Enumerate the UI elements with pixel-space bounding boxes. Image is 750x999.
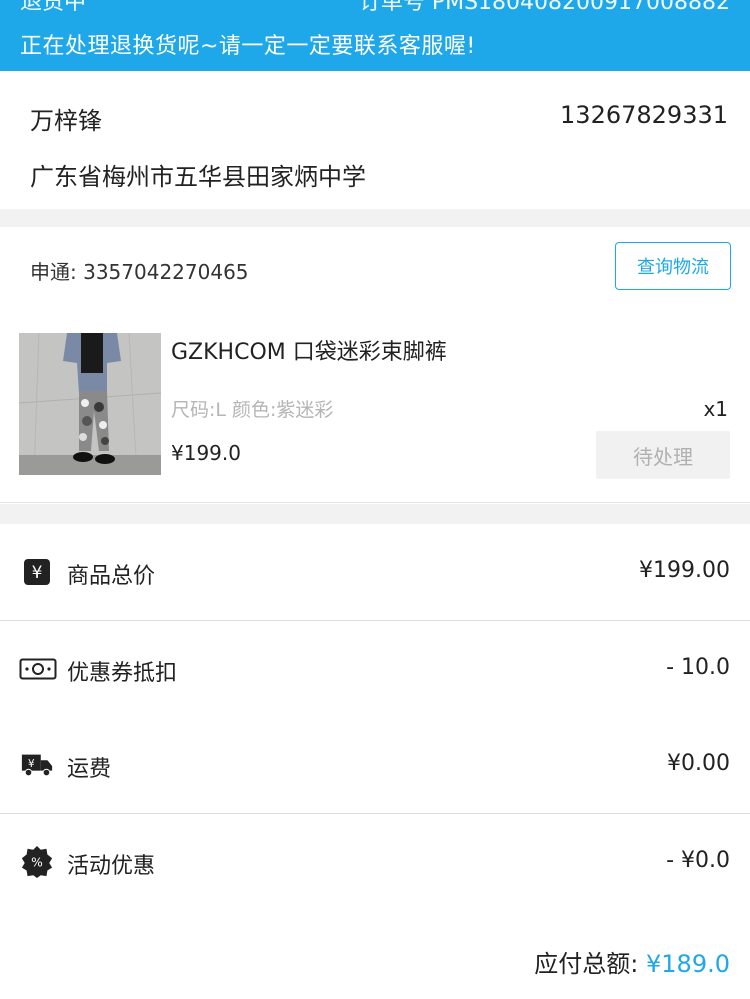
product-price: ¥199.0 bbox=[171, 441, 241, 465]
total-label: 应付总额: bbox=[534, 950, 639, 978]
product-image[interactable] bbox=[19, 333, 161, 475]
summary-value: ¥0.00 bbox=[667, 751, 730, 776]
track-logistics-button[interactable]: 查询物流 bbox=[615, 242, 731, 290]
discount-badge-icon: % bbox=[20, 845, 54, 879]
summary-label: 运费 bbox=[67, 757, 112, 782]
summary-value: ¥199.00 bbox=[639, 558, 730, 583]
svg-text:¥: ¥ bbox=[28, 758, 35, 770]
summary-value: - 10.0 bbox=[666, 655, 730, 680]
summary-label: 优惠券抵扣 bbox=[67, 661, 178, 686]
svg-text:¥: ¥ bbox=[32, 563, 43, 583]
order-status: 退货中 bbox=[20, 0, 87, 15]
order-total: 应付总额: ¥189.0 bbox=[534, 944, 730, 979]
product-spec: 尺码:L 颜色:紫迷彩 bbox=[171, 399, 334, 421]
total-amount: ¥189.0 bbox=[646, 950, 730, 978]
yen-icon: ¥ bbox=[20, 557, 54, 587]
order-number: 订单号 PMS180408200917008882 bbox=[358, 0, 730, 15]
coupon-icon bbox=[18, 654, 58, 684]
shipping-truck-icon: ¥ bbox=[20, 750, 54, 780]
refund-status-header: 退货中 订单号 PMS180408200917008882 正在处理退换货呢~请… bbox=[0, 0, 750, 71]
product-title[interactable]: GZKHCOM 口袋迷彩束脚裤 bbox=[171, 334, 447, 366]
pending-status-button[interactable]: 待处理 bbox=[596, 431, 730, 479]
svg-text:%: % bbox=[31, 856, 43, 870]
tracking-number: 申通: 3357042270465 bbox=[30, 260, 249, 284]
product-photo-icon bbox=[19, 333, 161, 475]
summary-row-promotion: % 活动优惠 - ¥0.0 bbox=[0, 814, 750, 910]
summary-row-subtotal: ¥ 商品总价 ¥199.00 bbox=[0, 524, 750, 620]
refund-notice: 正在处理退换货呢~请一定一定要联系客服喔! bbox=[20, 34, 476, 59]
order-status-row: 退货中 订单号 PMS180408200917008882 bbox=[20, 0, 730, 15]
recipient-name: 万梓锋 bbox=[30, 107, 102, 135]
summary-label: 活动优惠 bbox=[67, 854, 156, 879]
section-gap bbox=[0, 504, 750, 524]
shipment-section: 申通: 3357042270465 查询物流 GZKHCOM 口袋迷彩束脚裤 尺… bbox=[0, 227, 750, 503]
summary-value: - ¥0.0 bbox=[666, 848, 730, 873]
shipping-address-section: 万梓锋 13267829331 广东省梅州市五华县田家炳中学 bbox=[0, 71, 750, 209]
product-quantity: x1 bbox=[703, 397, 728, 421]
summary-row-shipping: ¥ 运费 ¥0.00 bbox=[0, 717, 750, 813]
summary-row-coupon: 优惠券抵扣 - 10.0 bbox=[0, 621, 750, 717]
recipient-phone: 13267829331 bbox=[560, 101, 728, 129]
summary-label: 商品总价 bbox=[67, 564, 156, 589]
section-gap bbox=[0, 209, 750, 227]
recipient-address: 广东省梅州市五华县田家炳中学 bbox=[30, 163, 366, 191]
